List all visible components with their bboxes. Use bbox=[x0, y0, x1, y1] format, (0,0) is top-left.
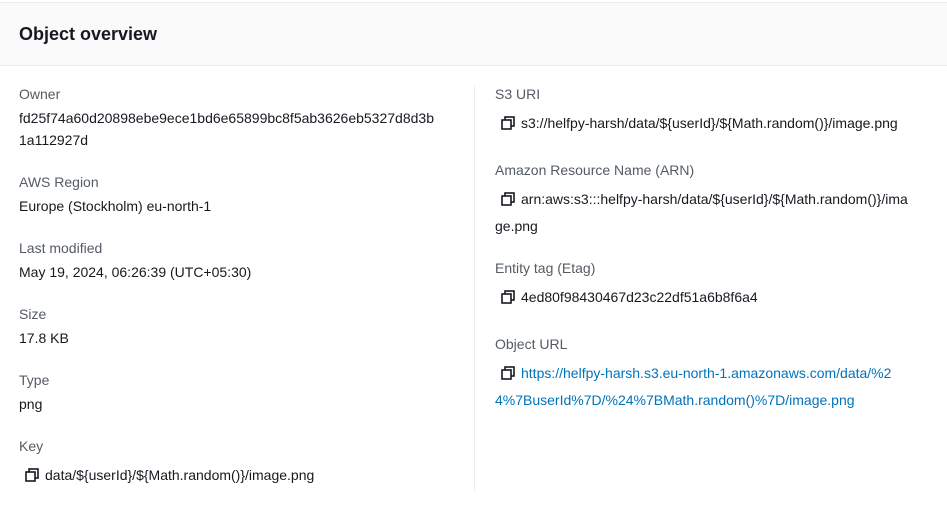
object-overview-panel: Object overview Owner fd25f74a60d20898eb… bbox=[0, 0, 947, 509]
copy-icon[interactable] bbox=[501, 116, 515, 130]
copy-icon[interactable] bbox=[25, 468, 39, 482]
etag-value: 4ed80f98430467d23c22df51a6b8f6a4 bbox=[521, 289, 758, 305]
copy-icon[interactable] bbox=[501, 192, 515, 206]
last-modified-value: May 19, 2024, 06:26:39 (UTC+05:30) bbox=[19, 264, 252, 280]
size-label: Size bbox=[19, 306, 47, 322]
region-value: Europe (Stockholm) eu-north-1 bbox=[19, 198, 212, 214]
key-label: Key bbox=[19, 438, 44, 454]
column-divider bbox=[474, 86, 475, 491]
panel-title: Object overview bbox=[19, 24, 158, 44]
region-label: AWS Region bbox=[19, 174, 99, 190]
owner-value-line1: fd25f74a60d20898ebe9ece1bd6e65899bc8f5ab… bbox=[19, 110, 434, 126]
last-modified-label: Last modified bbox=[19, 240, 103, 256]
arn-value-line2: ge.png bbox=[495, 218, 538, 234]
key-value: data/${userId}/${Math.random()}/image.pn… bbox=[45, 467, 315, 483]
s3-uri-value: s3://helfpy-harsh/data/${userId}/${Math.… bbox=[521, 115, 898, 131]
arn-label: Amazon Resource Name (ARN) bbox=[495, 162, 695, 178]
etag-label: Entity tag (Etag) bbox=[495, 260, 596, 276]
owner-value-line2: 1a112927d bbox=[19, 132, 89, 148]
object-url-link-line2[interactable]: 4%7BuserId%7D/%24%7BMath.random()%7D/ima… bbox=[495, 390, 855, 410]
arn-value-line1: arn:aws:s3:::helfpy-harsh/data/${userId}… bbox=[521, 191, 908, 207]
type-label: Type bbox=[19, 372, 50, 388]
copy-icon[interactable] bbox=[501, 290, 515, 304]
size-value: 17.8 KB bbox=[19, 330, 69, 346]
object-url-link-line1[interactable]: https://helfpy-harsh.s3.eu-north-1.amazo… bbox=[521, 363, 891, 383]
copy-icon[interactable] bbox=[501, 366, 515, 380]
s3-uri-label: S3 URI bbox=[495, 86, 541, 102]
object-url-label: Object URL bbox=[495, 336, 568, 352]
panel-header: Object overview bbox=[0, 2, 947, 66]
type-value: png bbox=[19, 396, 43, 412]
owner-label: Owner bbox=[19, 86, 61, 102]
